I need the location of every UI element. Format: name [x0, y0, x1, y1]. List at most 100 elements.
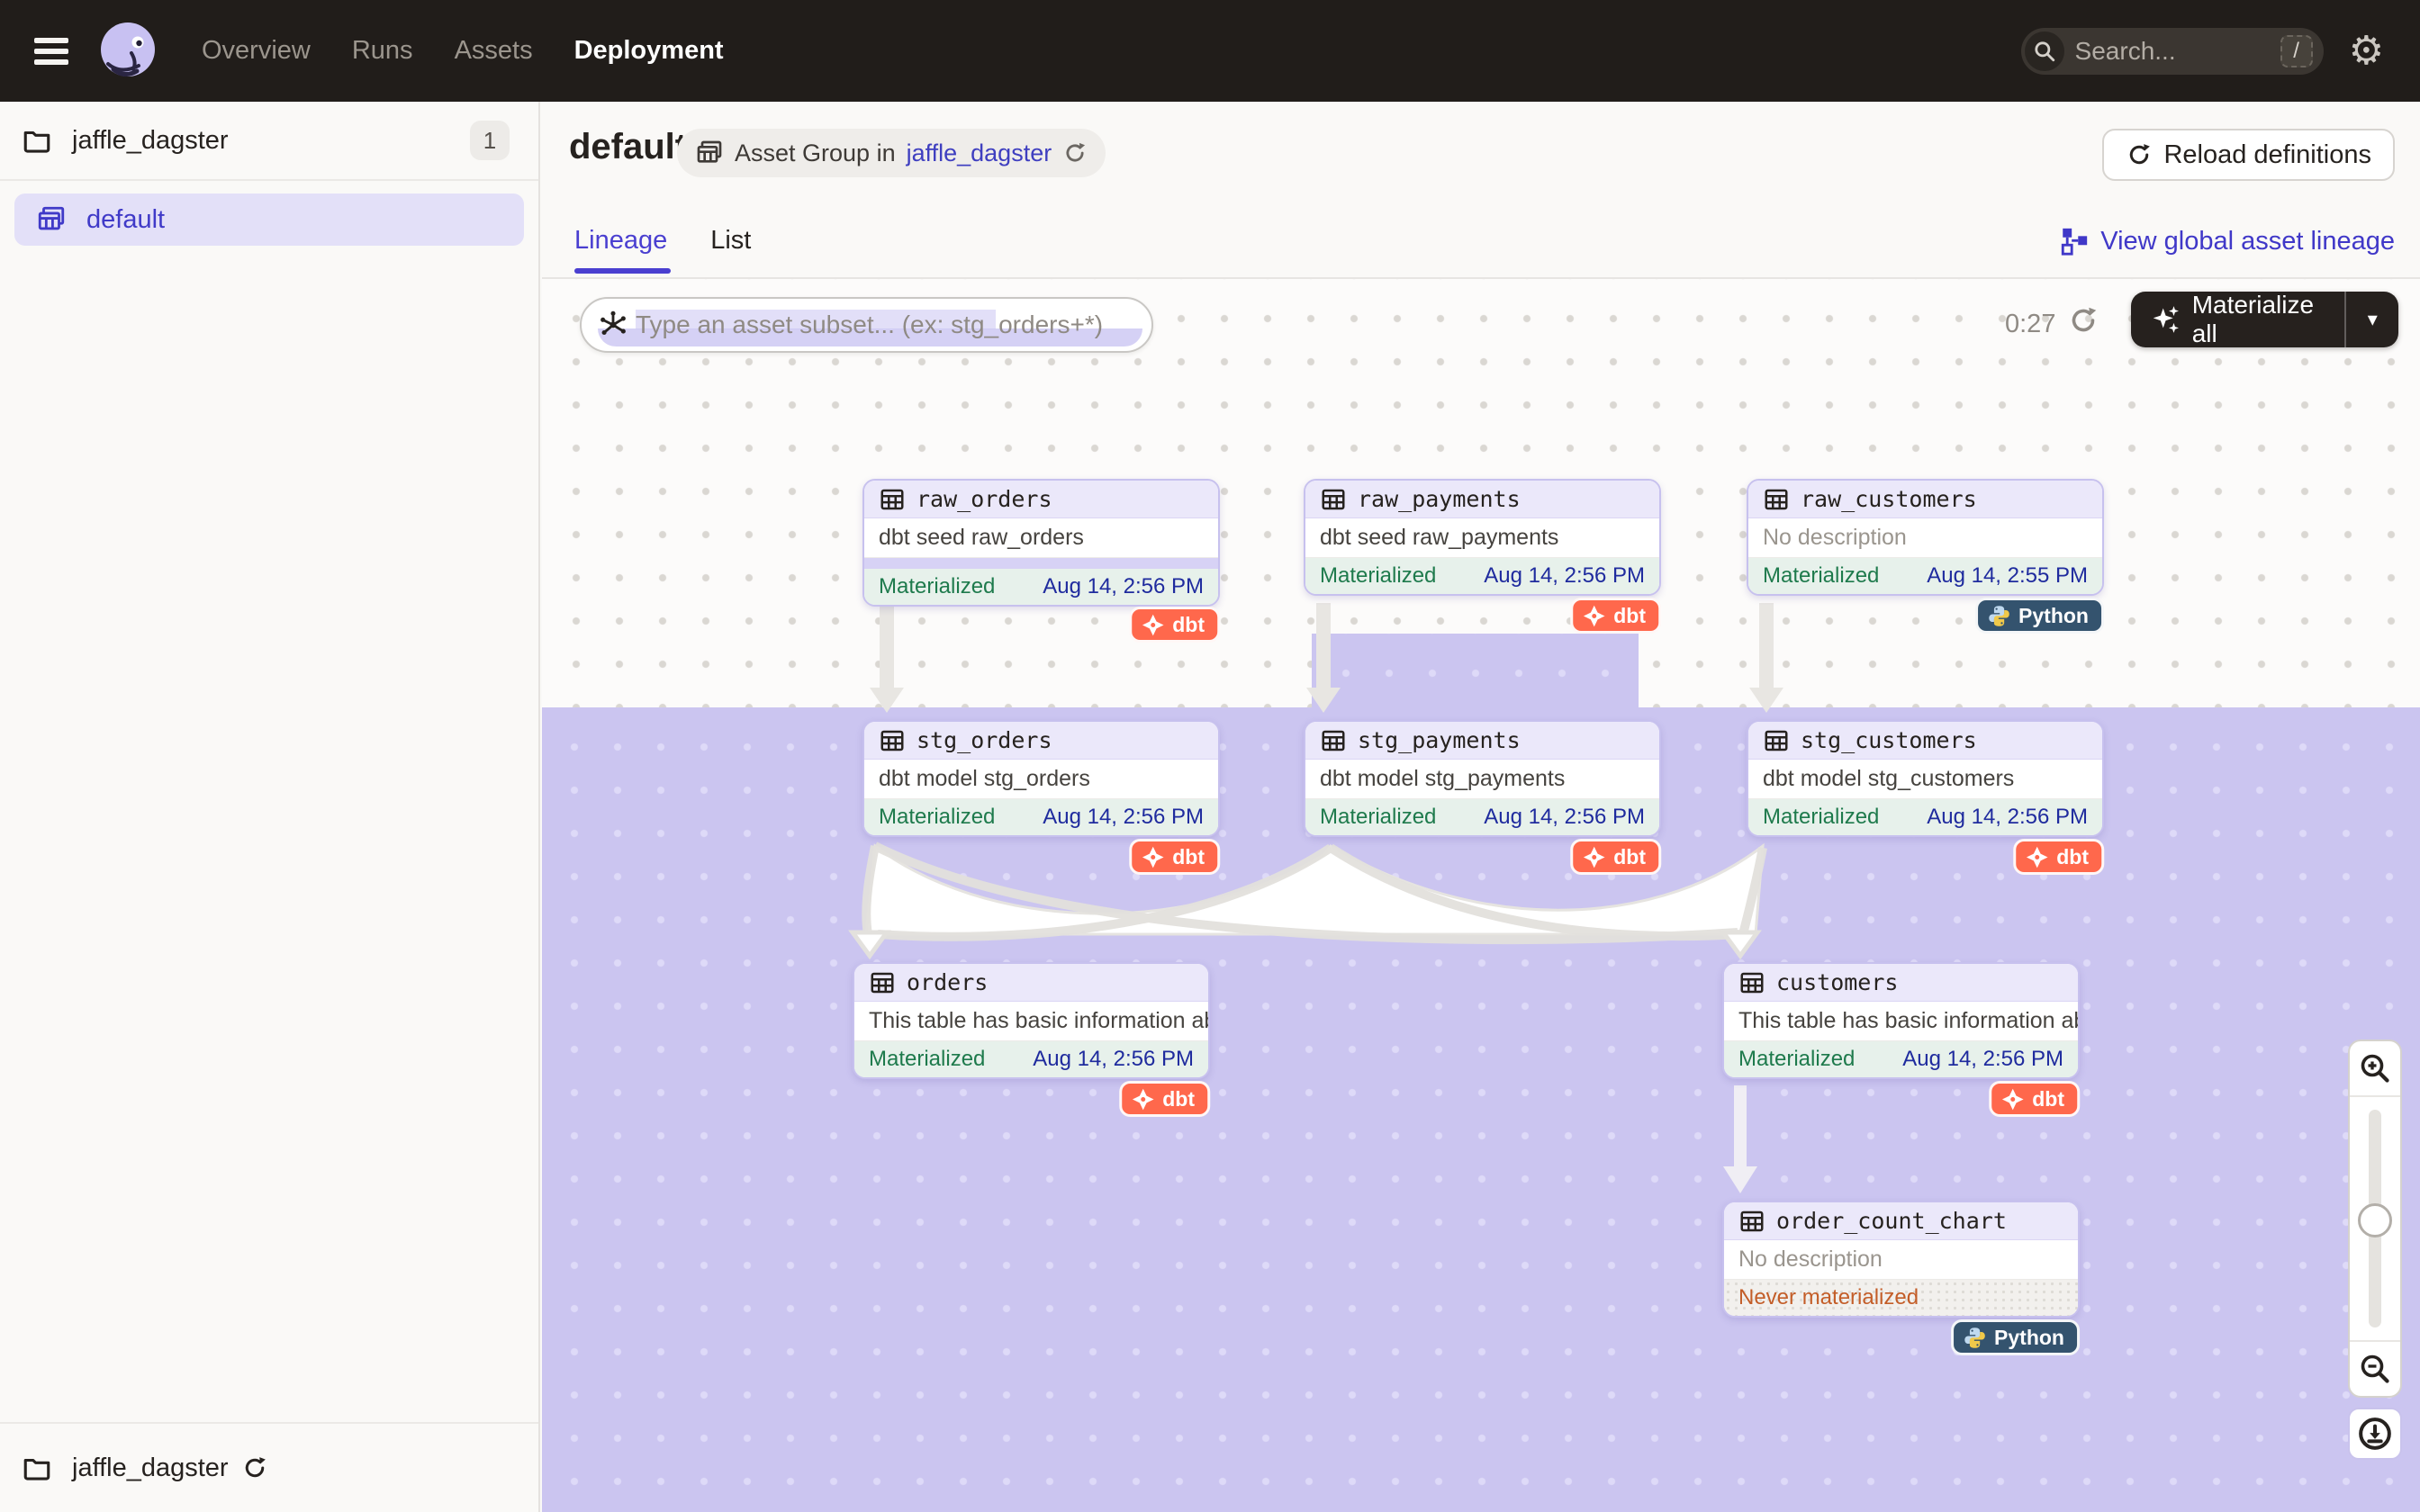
tab-lineage[interactable]: Lineage: [574, 226, 667, 274]
tab-list[interactable]: List: [710, 226, 751, 274]
dbt-kind-badge[interactable]: dbt: [1570, 598, 1661, 634]
zoom-in-button[interactable]: [2350, 1041, 2400, 1097]
refresh-icon[interactable]: [2067, 304, 2099, 337]
python-kind-badge[interactable]: Python: [1975, 598, 2104, 634]
node-footer: Materialized Aug 14, 2:56 PM: [1305, 799, 1659, 835]
dagster-logo-icon[interactable]: [95, 19, 160, 84]
sidebar-footer[interactable]: jaffle_dagster: [0, 1422, 538, 1512]
lineage-graph-icon: [2059, 226, 2090, 256]
refresh-icon[interactable]: [1062, 140, 1088, 166]
breadcrumb-link[interactable]: jaffle_dagster: [907, 140, 1052, 167]
table-icon: [1763, 486, 1790, 513]
kind-badge-label: dbt: [2056, 845, 2089, 869]
main-content: default Asset Group in jaffle_dagster Re…: [542, 102, 2420, 1512]
zoom-controls: [2348, 1040, 2402, 1398]
zoom-slider-handle[interactable]: [2358, 1203, 2392, 1238]
materialization-status: Never materialized: [1738, 1285, 1919, 1310]
kind-badge-label: dbt: [1162, 1087, 1195, 1112]
materialize-all-button[interactable]: Materialize all ▾: [2131, 292, 2398, 347]
refresh-icon[interactable]: [241, 1454, 268, 1481]
settings-gear-icon[interactable]: ⚙: [2349, 32, 2384, 71]
dbt-kind-badge[interactable]: dbt: [1129, 607, 1220, 643]
asset-node-stg_customers[interactable]: stg_customers dbt model stg_customers Ma…: [1747, 720, 2104, 837]
search-icon: [2025, 32, 2064, 71]
python-kind-badge[interactable]: Python: [1951, 1319, 2080, 1355]
dbt-kind-badge[interactable]: dbt: [2013, 839, 2104, 875]
breadcrumb-prefix: Asset Group in: [735, 140, 896, 167]
global-search[interactable]: /: [2021, 28, 2324, 75]
asset-node-raw_customers[interactable]: raw_customers No description Materialize…: [1747, 479, 2104, 596]
node-footer: Materialized Aug 14, 2:56 PM: [864, 799, 1218, 835]
asset-node-stg_orders[interactable]: stg_orders dbt model stg_orders Material…: [862, 720, 1220, 837]
asset-subset-filter[interactable]: [580, 297, 1153, 353]
node-footer: Materialized Aug 14, 2:56 PM: [1748, 799, 2102, 835]
materialization-timestamp: Aug 14, 2:56 PM: [1043, 805, 1204, 830]
asset-node-stg_payments[interactable]: stg_payments dbt model stg_payments Mate…: [1304, 720, 1661, 837]
reload-definitions-button[interactable]: Reload definitions: [2102, 129, 2395, 181]
node-footer: Materialized Aug 14, 2:55 PM: [1748, 558, 2102, 594]
zoom-out-button[interactable]: [2350, 1340, 2400, 1396]
kind-badge-label: dbt: [1172, 613, 1205, 637]
sidebar-code-location[interactable]: jaffle_dagster 1: [0, 102, 538, 181]
download-icon: [2357, 1416, 2393, 1452]
view-global-asset-lineage-label: View global asset lineage: [2100, 227, 2395, 256]
table-icon: [1320, 486, 1347, 513]
sidebar-item-default[interactable]: default: [14, 194, 524, 246]
materialization-status: Materialized: [1763, 805, 1879, 830]
dbt-kind-badge[interactable]: dbt: [1989, 1081, 2080, 1117]
materialization-status: Materialized: [869, 1047, 985, 1072]
view-global-asset-lineage-link[interactable]: View global asset lineage: [2059, 226, 2395, 256]
dbt-logo-icon: [1131, 1087, 1155, 1112]
materialization-timestamp: Aug 14, 2:56 PM: [1927, 805, 2088, 830]
asset-node-customers[interactable]: customers This table has basic informati…: [1722, 962, 2080, 1079]
asset-description: No description: [1748, 518, 2102, 558]
node-footer: Materialized Aug 14, 2:56 PM: [864, 569, 1218, 605]
nav-item-assets[interactable]: Assets: [455, 36, 533, 66]
materialization-timestamp: Aug 14, 2:56 PM: [1033, 1047, 1194, 1072]
dbt-kind-badge[interactable]: dbt: [1570, 839, 1661, 875]
asset-group-highlight-notch: [1312, 634, 1639, 709]
chevron-down-icon[interactable]: ▾: [2346, 308, 2398, 331]
lineage-graph-canvas[interactable]: 0:27 Materialize all ▾ dbt dbt: [542, 277, 2420, 1512]
zoom-slider[interactable]: [2350, 1097, 2400, 1340]
kind-badge-label: dbt: [2032, 1087, 2064, 1112]
zoom-in-icon: [2359, 1052, 2391, 1084]
refresh-icon: [2126, 141, 2153, 168]
primary-nav: Overview Runs Assets Deployment: [202, 36, 724, 66]
asset-node-raw_payments[interactable]: raw_payments dbt seed raw_payments Mater…: [1304, 479, 1661, 596]
python-logo-icon: [1963, 1326, 1987, 1350]
dbt-kind-badge[interactable]: dbt: [1129, 839, 1220, 875]
page-header: default Asset Group in jaffle_dagster Re…: [542, 102, 2420, 277]
nav-item-deployment[interactable]: Deployment: [574, 36, 724, 66]
page-title: default: [569, 127, 687, 167]
asset-group-icon: [36, 204, 67, 235]
node-footer: Materialized Aug 14, 2:56 PM: [1305, 558, 1659, 594]
dbt-kind-badge[interactable]: dbt: [1119, 1081, 1210, 1117]
node-footer: Materialized Aug 14, 2:56 PM: [854, 1041, 1208, 1077]
materialization-status: Materialized: [1320, 805, 1436, 830]
hamburger-menu-icon[interactable]: [34, 38, 68, 65]
search-input[interactable]: [2064, 37, 2280, 66]
refresh-timer: 0:27: [2005, 310, 2055, 339]
node-footer: Materialized Aug 14, 2:56 PM: [1724, 1041, 2078, 1077]
sidebar: jaffle_dagster 1 default jaffle_dagster: [0, 102, 540, 1512]
download-graph-button[interactable]: [2348, 1408, 2402, 1460]
asset-node-orders[interactable]: orders This table has basic information …: [853, 962, 1210, 1079]
asset-node-header: raw_payments: [1305, 481, 1659, 518]
table-icon: [1320, 727, 1347, 754]
nav-item-overview[interactable]: Overview: [202, 36, 311, 66]
asset-node-order_count_chart[interactable]: order_count_chart No description Never m…: [1722, 1201, 2080, 1318]
asset-description: This table has basic information about .…: [854, 1002, 1208, 1041]
asset-name: stg_customers: [1801, 727, 1977, 753]
dbt-logo-icon: [1582, 845, 1606, 869]
search-shortcut-key: /: [2280, 35, 2313, 68]
table-icon: [695, 139, 724, 167]
asset-graph-icon: [598, 310, 628, 340]
top-nav: Overview Runs Assets Deployment / ⚙: [0, 0, 2420, 102]
asset-node-raw_orders[interactable]: raw_orders dbt seed raw_orders Materiali…: [862, 479, 1220, 607]
asset-node-header: stg_orders: [864, 722, 1218, 760]
materialization-status: Materialized: [1738, 1047, 1855, 1072]
dbt-logo-icon: [2000, 1087, 2025, 1112]
nav-item-runs[interactable]: Runs: [352, 36, 413, 66]
asset-subset-input[interactable]: [628, 310, 1151, 339]
